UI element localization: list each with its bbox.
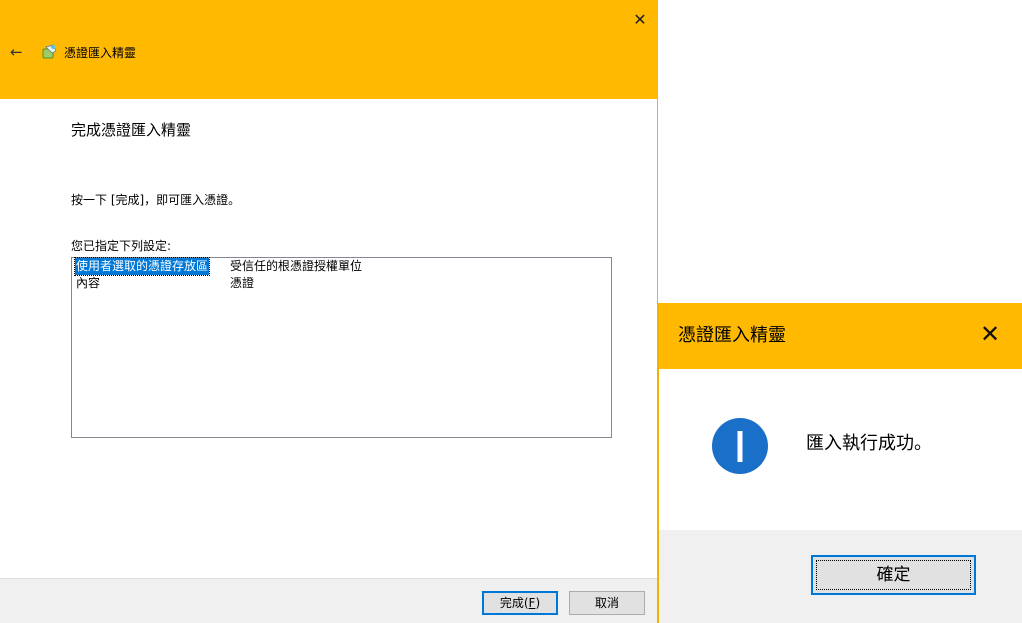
info-icon <box>712 418 768 474</box>
finish-button-suffix: ) <box>535 596 541 610</box>
dialog-title-bar: 憑證匯入精靈 ✕ <box>659 303 1022 369</box>
list-item[interactable]: 內容 憑證 <box>72 275 611 292</box>
setting-value: 憑證 <box>230 276 255 290</box>
wizard-app-name: 憑證匯入精靈 <box>64 46 137 60</box>
wizard-title-bar: ✕ ← 憑證匯入精靈 <box>0 0 658 99</box>
ok-button[interactable]: 確定 <box>811 555 976 595</box>
page-title: 完成憑證匯入精靈 <box>71 121 192 139</box>
settings-list-label: 您已指定下列設定: <box>71 239 172 253</box>
certificate-wizard-icon <box>42 44 57 59</box>
list-item[interactable]: 使用者選取的憑證存放區 受信任的根憑證授權單位 <box>72 257 611 276</box>
certificate-import-wizard-window: ✕ ← 憑證匯入精靈 完成憑證匯入精靈 按一下 [完成]，即可匯入憑證。 您已指… <box>0 0 658 623</box>
import-success-dialog: 憑證匯入精靈 ✕ 匯入執行成功。 確定 <box>658 303 1022 623</box>
back-arrow-icon[interactable]: ← <box>10 44 26 60</box>
instruction-text: 按一下 [完成]，即可匯入憑證。 <box>71 193 241 207</box>
setting-value: 受信任的根憑證授權單位 <box>230 259 363 273</box>
setting-key[interactable]: 內容 <box>76 275 100 292</box>
cancel-button[interactable]: 取消 <box>569 591 645 615</box>
finish-button[interactable]: 完成(F) <box>482 591 558 615</box>
setting-key[interactable]: 使用者選取的憑證存放區 <box>73 257 211 276</box>
dialog-message: 匯入執行成功。 <box>806 433 932 454</box>
dialog-footer: 確定 <box>659 530 1022 623</box>
close-icon[interactable]: ✕ <box>628 8 652 32</box>
wizard-footer: 完成(F) 取消 <box>0 578 657 623</box>
dialog-title: 憑證匯入精靈 <box>678 325 786 346</box>
close-icon[interactable]: ✕ <box>975 319 1005 349</box>
settings-list[interactable]: 使用者選取的憑證存放區 受信任的根憑證授權單位 內容 憑證 <box>71 257 612 438</box>
finish-button-label: 完成( <box>499 596 529 610</box>
